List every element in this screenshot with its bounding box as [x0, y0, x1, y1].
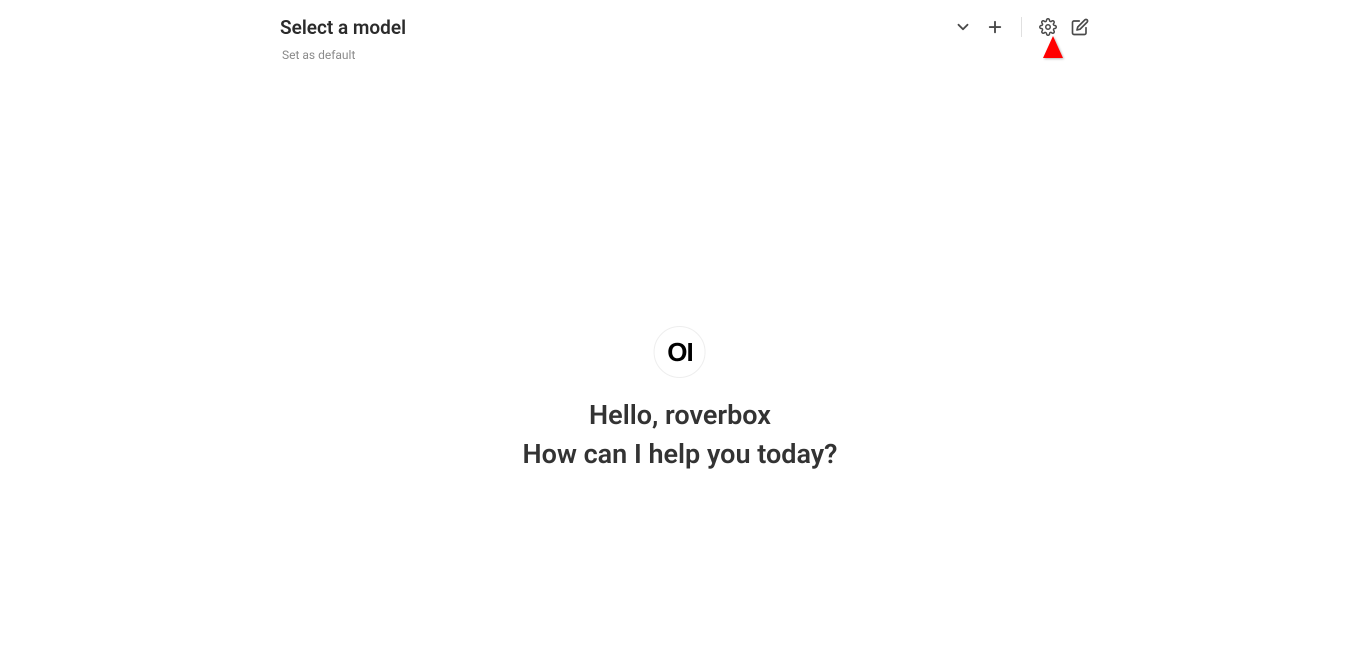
model-dropdown-button[interactable]: [953, 17, 973, 37]
model-selector-section: Select a model Set as default: [280, 15, 406, 62]
add-model-button[interactable]: [985, 17, 1005, 37]
gear-icon: [1039, 18, 1057, 36]
model-selector-title[interactable]: Select a model: [280, 15, 406, 42]
set-default-link[interactable]: Set as default: [282, 48, 406, 62]
welcome-section: OI Hello, roverbox How can I help you to…: [523, 326, 838, 472]
settings-button[interactable]: [1038, 17, 1058, 37]
app-logo: OI: [654, 326, 706, 378]
plus-icon: [986, 18, 1004, 36]
greeting-line1: Hello, roverbox: [589, 398, 771, 433]
chevron-down-icon: [954, 18, 972, 36]
logo-text: OI: [667, 337, 692, 368]
header-divider: [1021, 17, 1022, 37]
top-bar: Select a model Set as default: [280, 15, 1090, 62]
edit-icon: [1071, 18, 1089, 36]
new-chat-button[interactable]: [1070, 17, 1090, 37]
greeting-line2: How can I help you today?: [523, 437, 838, 472]
header-icon-group: [953, 17, 1090, 37]
